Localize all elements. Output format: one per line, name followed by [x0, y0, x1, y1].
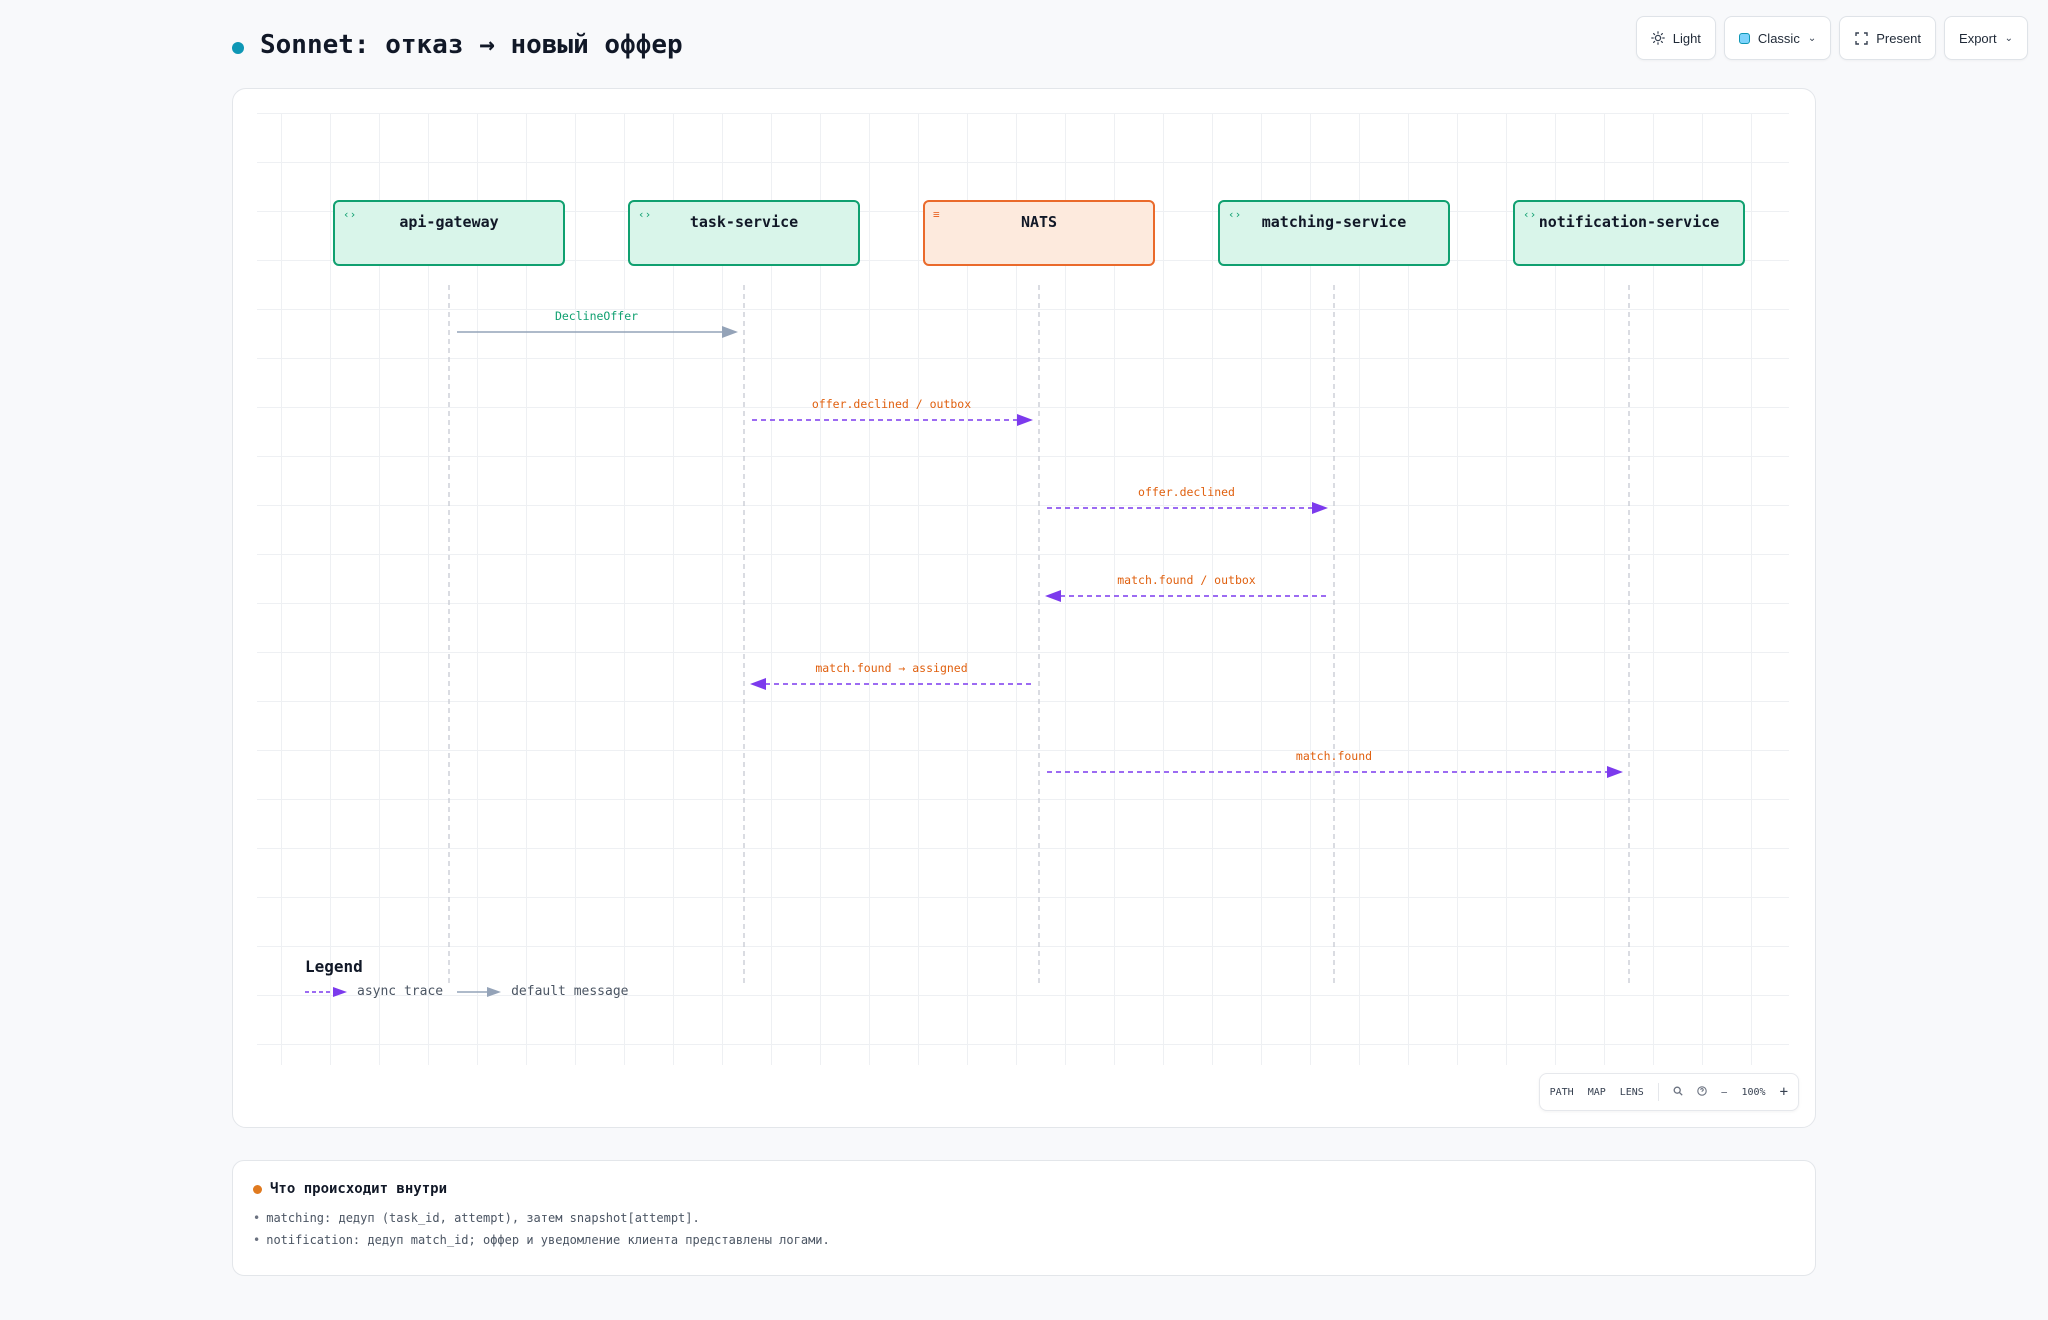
zoom-in-button[interactable]: + [1780, 1084, 1788, 1100]
arrowhead-icon [1607, 766, 1623, 778]
message-label: offer.declined / outbox [812, 397, 971, 411]
message-label: match.found / outbox [1117, 573, 1256, 587]
participant-name: notification-service [1538, 213, 1720, 231]
message-label: DeclineOffer [555, 309, 638, 323]
participant-api-gateway[interactable]: ‹› api-gateway [333, 200, 565, 266]
map-mode-button[interactable]: MAP [1588, 1087, 1606, 1098]
lens-mode-button[interactable]: LENS [1620, 1087, 1644, 1098]
legend: Legend async trace default message [305, 957, 629, 999]
participant-name: matching-service [1261, 213, 1407, 231]
zoom-level: 100% [1741, 1086, 1766, 1098]
legend-title: Legend [305, 957, 363, 976]
list-item: • notification: дедуп match_id; оффер и у… [253, 1233, 830, 1247]
style-swatch-icon [1738, 32, 1750, 44]
diagram-canvas[interactable]: DeclineOffer offer.declined / outbox offer… [232, 88, 1816, 1128]
code-brackets-icon: ‹› [638, 208, 652, 221]
zoom-out-button[interactable]: − [1721, 1086, 1728, 1099]
legend-async-label: async trace [357, 984, 444, 999]
style-label: Classic [1757, 30, 1800, 46]
notes-title: Что происходит внутри [270, 1181, 448, 1197]
message-label: match.found → assigned [815, 661, 967, 675]
theme-label: Light [1672, 30, 1701, 46]
code-brackets-icon: ‹› [1523, 208, 1537, 221]
notes-panel: Что происходит внутри • matching: дедуп (… [232, 1160, 1816, 1276]
arrowhead-icon [1045, 590, 1061, 602]
present-label: Present [1876, 30, 1922, 46]
message-label: match.found [1296, 749, 1372, 763]
participant-task-service[interactable]: ‹› task-service [628, 200, 860, 266]
status-dot [232, 42, 244, 54]
search-icon[interactable] [1673, 1086, 1683, 1099]
legend-items: async trace default message [305, 984, 629, 999]
arrowhead-icon [1312, 502, 1328, 514]
participant-name: NATS [1020, 213, 1058, 231]
zoom-toolbar: PATH MAP LENS − 100% + [1538, 1073, 1799, 1111]
async-arrow-sample-icon [305, 986, 347, 997]
help-icon[interactable] [1697, 1085, 1707, 1099]
code-brackets-icon: ‹› [343, 208, 357, 221]
chevron-down-icon: ⌄ [2004, 32, 2013, 44]
notes-dot [253, 1184, 262, 1194]
toolbar: Light Classic ⌄ Present Export ⌄ [1635, 16, 2028, 60]
arrowhead-icon [722, 326, 738, 338]
list-item: • matching: дедуп (task_id, attempt), зат… [253, 1211, 700, 1225]
notes-list: • matching: дедуп (task_id, attempt), зат… [253, 1211, 1795, 1247]
message-label: offer.declined [1138, 485, 1235, 499]
divider [1657, 1083, 1659, 1101]
code-brackets-icon: ‹› [1228, 208, 1242, 221]
default-arrow-sample-icon [457, 986, 502, 997]
export-label: Export [1959, 30, 1997, 46]
queue-lines-icon: ≡ [933, 208, 940, 221]
participant-nats[interactable]: ≡ NATS [923, 200, 1155, 266]
participant-notification-service[interactable]: ‹› notification-service [1513, 200, 1745, 266]
fullscreen-icon [1854, 31, 1868, 45]
style-select-button[interactable]: Classic ⌄ [1723, 16, 1832, 60]
note-text: matching: дедуп (task_id, attempt), зате… [266, 1211, 700, 1225]
present-button[interactable]: Present [1839, 16, 1937, 60]
arrowhead-icon [1017, 414, 1033, 426]
note-text: notification: дедуп match_id; оффер и ув… [266, 1233, 830, 1247]
legend-default-label: default message [511, 984, 629, 999]
participant-name: task-service [689, 213, 799, 231]
sun-icon [1650, 31, 1665, 45]
notes-header: Что происходит внутри [253, 1181, 1795, 1197]
chevron-down-icon: ⌄ [1807, 32, 1817, 44]
theme-toggle-button[interactable]: Light [1635, 16, 1716, 60]
arrowhead-icon [750, 678, 766, 690]
export-button[interactable]: Export ⌄ [1944, 16, 2028, 60]
participant-matching-service[interactable]: ‹› matching-service [1218, 200, 1450, 266]
participant-name: api-gateway [399, 213, 499, 231]
path-mode-button[interactable]: PATH [1550, 1087, 1574, 1098]
page-title: Sonnet: отказ → новый оффер [260, 30, 683, 60]
